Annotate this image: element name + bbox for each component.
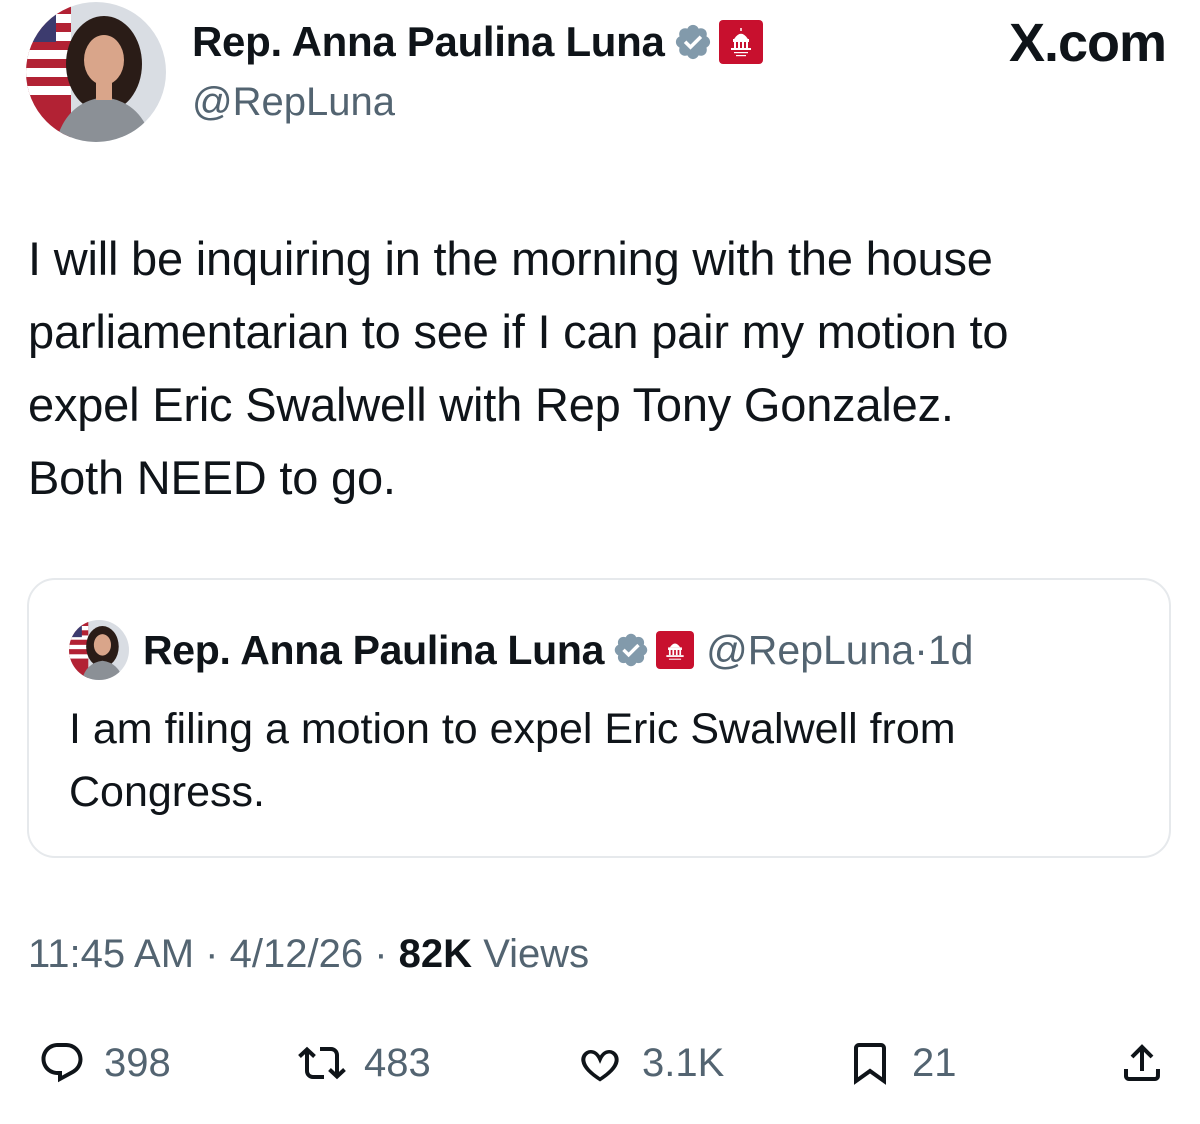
reply-count: 398 bbox=[104, 1040, 171, 1085]
tweet-text-line: parliamentarian to see if I can pair my … bbox=[28, 305, 1009, 358]
tweet-text-line: Both NEED to go. bbox=[28, 451, 396, 504]
quoted-handle[interactable]: @RepLuna·1d bbox=[706, 627, 973, 674]
author-display-name[interactable]: Rep. Anna Paulina Luna bbox=[192, 18, 665, 66]
verified-badge-icon bbox=[614, 633, 648, 667]
verified-badge-icon[interactable] bbox=[673, 22, 713, 62]
house-gop-logo-icon[interactable] bbox=[718, 20, 763, 64]
author-handle[interactable]: @RepLuna bbox=[192, 80, 395, 125]
quoted-text-line: I am filing a motion to expel Eric Swalw… bbox=[69, 705, 956, 753]
quoted-tweet-header: Rep. Anna Paulina Luna @RepLuna·1d bbox=[69, 620, 973, 680]
quoted-avatar[interactable] bbox=[69, 620, 129, 680]
repost-button[interactable]: 483 bbox=[298, 1030, 431, 1096]
site-label: X.com bbox=[1008, 13, 1167, 73]
separator-dot: · bbox=[914, 626, 928, 673]
share-icon bbox=[1124, 1044, 1160, 1081]
repost-count: 483 bbox=[364, 1040, 431, 1085]
tweet-meta: 11:45 AM · 4/12/26 · 82K Views bbox=[28, 932, 589, 977]
like-button[interactable]: 3.1K bbox=[576, 1030, 724, 1096]
house-gop-logo-icon bbox=[656, 631, 695, 669]
quoted-age: 1d bbox=[927, 626, 974, 673]
tweet-actions-bar: 398 483 3.1K 21 bbox=[0, 1030, 1200, 1100]
bookmark-button[interactable]: 21 bbox=[846, 1030, 957, 1096]
quoted-tweet-text: I am filing a motion to expel Eric Swalw… bbox=[69, 698, 1129, 824]
reply-button[interactable]: 398 bbox=[38, 1030, 171, 1096]
tweet-text-line: expel Eric Swalwell with Rep Tony Gonzal… bbox=[28, 378, 954, 431]
like-count: 3.1K bbox=[642, 1040, 725, 1085]
author-name-row: Rep. Anna Paulina Luna bbox=[192, 18, 763, 66]
tweet-text: I will be inquiring in the morning with … bbox=[28, 222, 1178, 514]
heart-icon bbox=[581, 1049, 619, 1082]
profile-photo-icon bbox=[69, 620, 129, 680]
tweet-time[interactable]: 11:45 AM bbox=[28, 932, 194, 976]
quoted-display-name[interactable]: Rep. Anna Paulina Luna bbox=[143, 627, 604, 674]
tweet-text-line: I will be inquiring in the morning with … bbox=[28, 232, 993, 285]
bookmark-count: 21 bbox=[912, 1040, 957, 1085]
tweet-header: Rep. Anna Paulina Luna @RepLuna bbox=[26, 0, 1176, 150]
views-label: Views bbox=[483, 932, 590, 976]
profile-photo-icon bbox=[26, 2, 166, 142]
separator-dot: · bbox=[205, 932, 219, 976]
profile-avatar[interactable] bbox=[26, 2, 166, 142]
share-button[interactable] bbox=[1118, 1030, 1166, 1096]
views-count: 82K bbox=[398, 932, 473, 976]
tweet-date[interactable]: 4/12/26 bbox=[230, 932, 363, 976]
quoted-tweet-card[interactable]: Rep. Anna Paulina Luna @RepLuna·1d I am … bbox=[27, 578, 1171, 858]
bookmark-icon bbox=[854, 1043, 886, 1085]
repost-icon bbox=[298, 1046, 346, 1080]
quoted-text-line: Congress. bbox=[69, 768, 265, 816]
reply-icon bbox=[41, 1043, 83, 1083]
separator-dot: · bbox=[374, 932, 388, 976]
